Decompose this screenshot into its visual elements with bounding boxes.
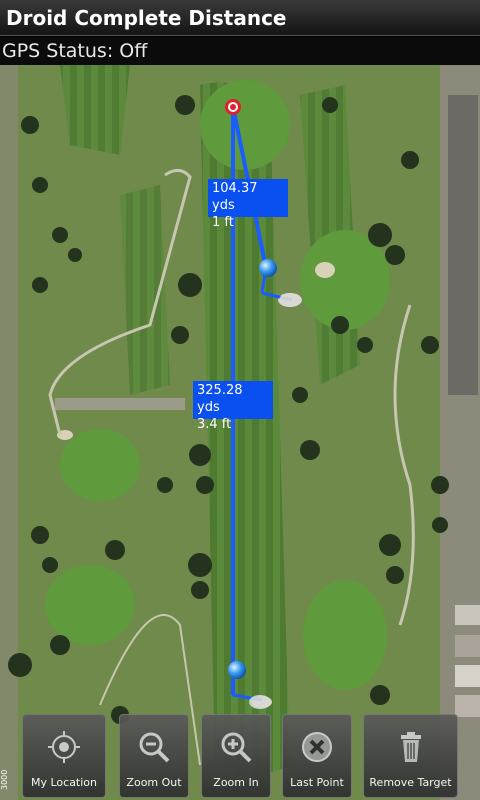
- crosshair-icon: [48, 731, 80, 763]
- zoom-in-button[interactable]: Zoom In: [201, 714, 271, 798]
- zoom-in-label: Zoom In: [213, 776, 259, 789]
- distance-value: 104.37 yds: [212, 181, 258, 213]
- target-icon[interactable]: [225, 99, 241, 115]
- last-point-label: Last Point: [290, 776, 344, 789]
- zoom-out-label: Zoom Out: [126, 776, 182, 789]
- distance-label-segment-2: 325.28 yds 3.4 ft: [193, 381, 273, 432]
- app-title: Droid Complete Distance: [0, 0, 480, 36]
- zoom-out-button[interactable]: Zoom Out: [119, 714, 189, 798]
- green-4: [45, 565, 135, 645]
- elevation-value: 3.4 ft: [197, 417, 232, 432]
- distance-value: 325.28 yds: [197, 383, 243, 415]
- my-location-label: My Location: [30, 776, 98, 789]
- zoom-out-icon: [139, 732, 170, 763]
- green-5: [303, 580, 387, 690]
- remove-target-label: Remove Target: [369, 776, 452, 789]
- marker-pin-icon[interactable]: [259, 259, 277, 277]
- satellite-map[interactable]: 104.37 yds 1 ft 325.28 yds 3.4 ft 3000: [0, 65, 480, 800]
- bottom-toolbar: My Location Zoom Out Zoom In Last Point …: [0, 712, 480, 800]
- last-point-button[interactable]: Last Point: [282, 714, 352, 798]
- app-screen: Droid Complete Distance GPS Status: Off: [0, 0, 480, 800]
- distance-label-segment-1: 104.37 yds 1 ft: [208, 179, 288, 230]
- trash-icon: [400, 732, 421, 762]
- close-circle-icon: [302, 732, 332, 762]
- parking-lot: [448, 95, 478, 395]
- remove-target-button[interactable]: Remove Target: [363, 714, 458, 798]
- road-left: [0, 65, 18, 800]
- bridge: [55, 398, 185, 410]
- zoom-in-icon: [221, 732, 252, 763]
- marker-pin-icon[interactable]: [228, 661, 246, 679]
- my-location-button[interactable]: My Location: [22, 714, 106, 798]
- bunker: [315, 262, 335, 278]
- gps-status: GPS Status: Off: [0, 37, 480, 65]
- green-3: [60, 429, 140, 501]
- elevation-value: 1 ft: [212, 215, 234, 230]
- fairway-topleft: [60, 65, 130, 155]
